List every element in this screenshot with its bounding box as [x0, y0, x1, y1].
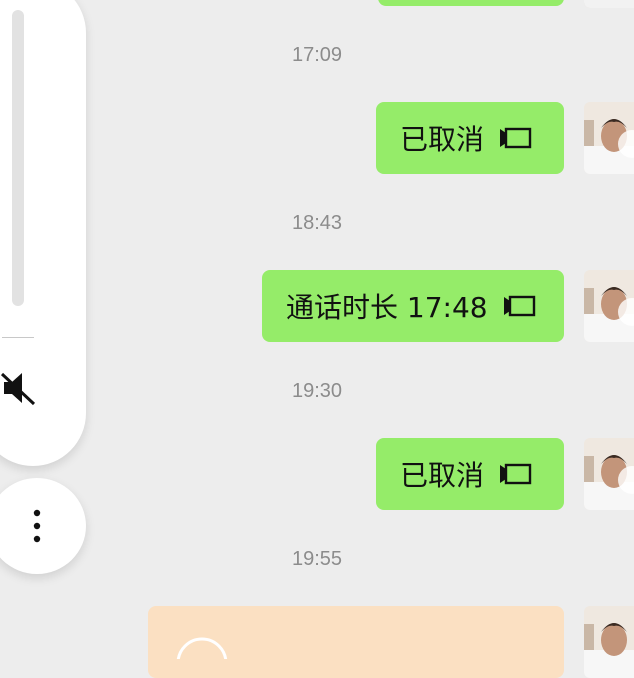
transfer-bubble[interactable]: [148, 606, 564, 678]
volume-panel: [0, 0, 86, 466]
divider: [2, 337, 34, 338]
call-cancelled-bubble[interactable]: 已取消: [376, 102, 564, 174]
message-text: 通话时长 17:48: [286, 291, 488, 324]
avatar[interactable]: [584, 270, 634, 342]
chat-area: 17:09 已取消 18:43 通话时长 17:48 19:30 已取消 19:…: [0, 0, 634, 678]
message-bubble-partial[interactable]: [378, 0, 564, 6]
mute-icon[interactable]: [0, 368, 38, 408]
timestamp: 19:55: [291, 548, 343, 570]
video-call-icon: [498, 463, 532, 485]
timestamp: 19:30: [291, 380, 343, 402]
call-cancelled-bubble[interactable]: 已取消: [376, 438, 564, 510]
message-text: 已取消: [400, 123, 485, 156]
volume-slider[interactable]: [12, 10, 24, 306]
video-call-icon: [498, 127, 532, 149]
avatar[interactable]: [584, 102, 634, 174]
call-duration-bubble[interactable]: 通话时长 17:48: [262, 270, 564, 342]
avatar[interactable]: [584, 606, 634, 678]
message-text: 已取消: [400, 459, 485, 492]
timestamp: 18:43: [291, 212, 343, 234]
avatar[interactable]: [584, 438, 634, 510]
avatar[interactable]: [584, 0, 634, 8]
video-call-icon: [502, 295, 536, 317]
timestamp: 17:09: [291, 44, 343, 66]
transfer-icon: [172, 619, 232, 678]
